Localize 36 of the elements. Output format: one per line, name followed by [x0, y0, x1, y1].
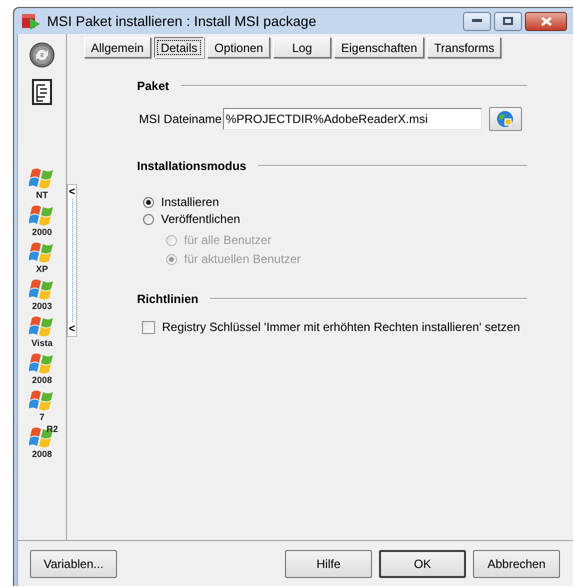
maximize-button[interactable]	[494, 12, 522, 30]
dialog-button[interactable]: OK	[379, 550, 466, 578]
tab[interactable]: Eigenschaften	[334, 37, 424, 58]
radio-button[interactable]	[143, 196, 154, 208]
option-label: Veröffentlichen	[161, 212, 240, 226]
tab[interactable]: Log	[273, 37, 332, 58]
field-label: MSI Dateiname	[139, 112, 222, 126]
minimize-icon	[472, 19, 482, 23]
tab[interactable]: Transforms	[427, 37, 502, 58]
dialog-button[interactable]: Hilfe	[285, 550, 372, 578]
section-heading: Paket	[137, 79, 170, 93]
option-label: Installieren	[161, 195, 220, 209]
filename-field[interactable]: %PROJECTDIR%AdobeReaderX.msi	[222, 108, 482, 130]
option-label: für alle Benutzer	[184, 233, 272, 247]
radio-button[interactable]	[143, 214, 154, 224]
section-heading: Installationsmodus	[137, 159, 246, 173]
tab[interactable]: Details	[154, 37, 204, 58]
tab[interactable]: Optionen	[207, 37, 270, 58]
maximize-icon	[503, 17, 513, 25]
refresh-icon[interactable]	[29, 42, 55, 68]
dialog-button[interactable]: Variablen...	[30, 550, 117, 578]
dialog-button[interactable]: Abbrechen	[473, 550, 560, 578]
checkbox-label: Registry Schlüssel 'Immer mit erhöhten Rechten installieren' setzen	[162, 320, 520, 334]
section-heading: Richtlinien	[137, 292, 198, 306]
globe-icon	[496, 110, 514, 128]
app-icon	[21, 11, 41, 31]
close-icon	[540, 16, 552, 26]
document-icon[interactable]	[32, 79, 52, 105]
close-button[interactable]	[525, 12, 567, 30]
window-title: MSI Paket installieren : Install MSI package	[47, 13, 318, 29]
checkbox[interactable]	[142, 320, 155, 334]
tab[interactable]: Allgemein	[84, 37, 151, 58]
option-label: für aktuellen Benutzer	[184, 252, 301, 266]
browse-button[interactable]	[488, 107, 522, 131]
collapse-splitter[interactable]: < <	[67, 184, 77, 337]
minimize-button[interactable]	[463, 12, 491, 30]
